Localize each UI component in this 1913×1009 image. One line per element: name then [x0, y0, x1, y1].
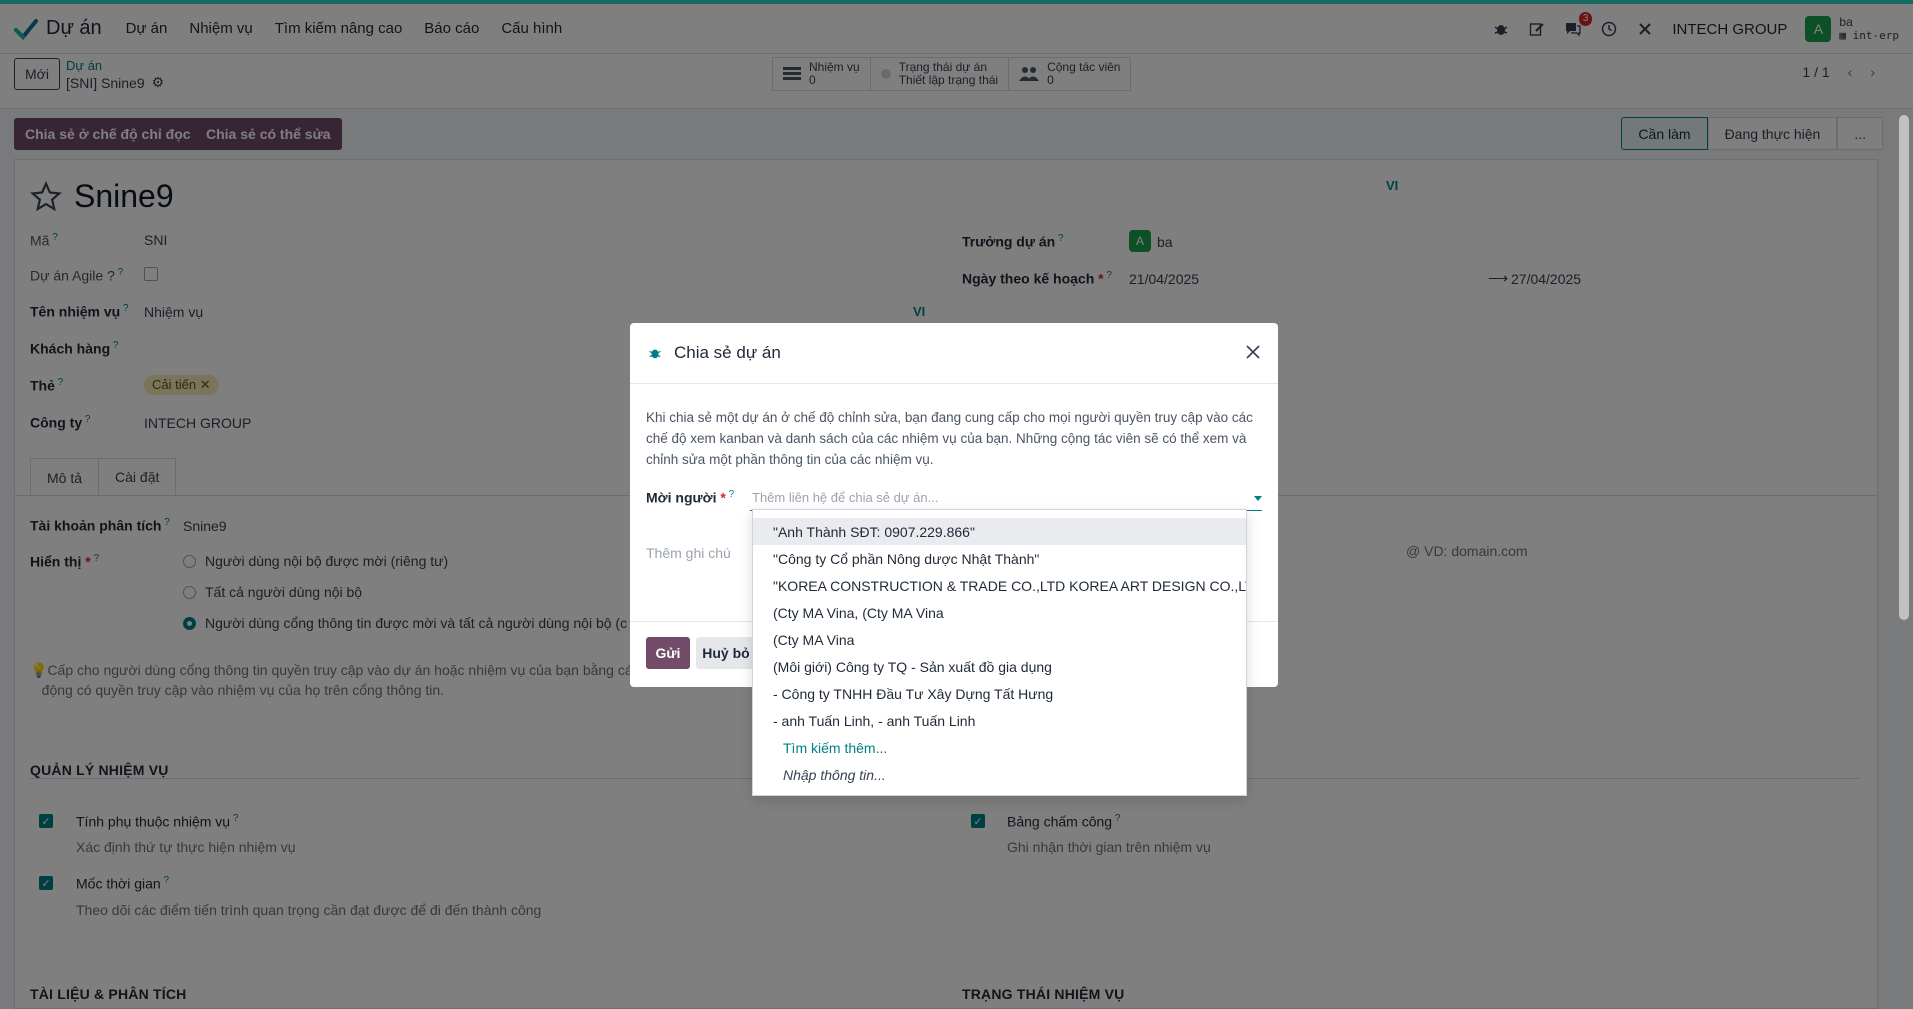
dropdown-option[interactable]: (Môi giới) Công ty TQ - Sản xuất đồ gia …: [753, 653, 1246, 680]
dialog-description: Khi chia sẻ một dự án ở chế độ chỉnh sửa…: [646, 410, 1253, 467]
contact-autocomplete-dropdown: "Anh Thành SĐT: 0907.229.866" "Công ty C…: [752, 509, 1247, 796]
dropdown-option[interactable]: (Cty MA Vina, (Cty MA Vina: [753, 599, 1246, 626]
send-button[interactable]: Gửi: [646, 637, 690, 669]
cancel-button[interactable]: Huỷ bỏ: [696, 637, 756, 669]
bug-icon: [649, 349, 661, 359]
dropdown-option[interactable]: - Công ty TNHH Đầu Tư Xây Dựng Tất Hưng: [753, 680, 1246, 707]
dropdown-option[interactable]: (Cty MA Vina: [753, 626, 1246, 653]
dropdown-option[interactable]: "KOREA CONSTRUCTION & TRADE CO.,LTD KORE…: [753, 572, 1246, 599]
invite-input[interactable]: Thêm liên hệ để chia sẻ dự án...: [750, 487, 1262, 511]
note-field[interactable]: Thêm ghi chú: [646, 545, 731, 561]
dialog-title: Chia sẻ dự án: [674, 343, 781, 362]
dropdown-option[interactable]: "Công ty Cổ phần Nông dược Nhật Thành": [753, 545, 1246, 572]
page-scrollbar[interactable]: [1899, 115, 1909, 620]
invite-label: Mời người * ?: [646, 489, 735, 506]
create-and-edit-option[interactable]: Nhập thông tin...: [753, 761, 1246, 788]
chevron-down-icon[interactable]: [1254, 496, 1262, 501]
dropdown-option[interactable]: - anh Tuấn Linh, - anh Tuấn Linh: [753, 707, 1246, 734]
close-icon[interactable]: [1242, 341, 1264, 363]
search-more-link[interactable]: Tìm kiếm thêm...: [753, 734, 1246, 761]
dialog-header: Chia sẻ dự án: [630, 323, 1278, 384]
dropdown-option[interactable]: "Anh Thành SĐT: 0907.229.866": [753, 518, 1246, 545]
